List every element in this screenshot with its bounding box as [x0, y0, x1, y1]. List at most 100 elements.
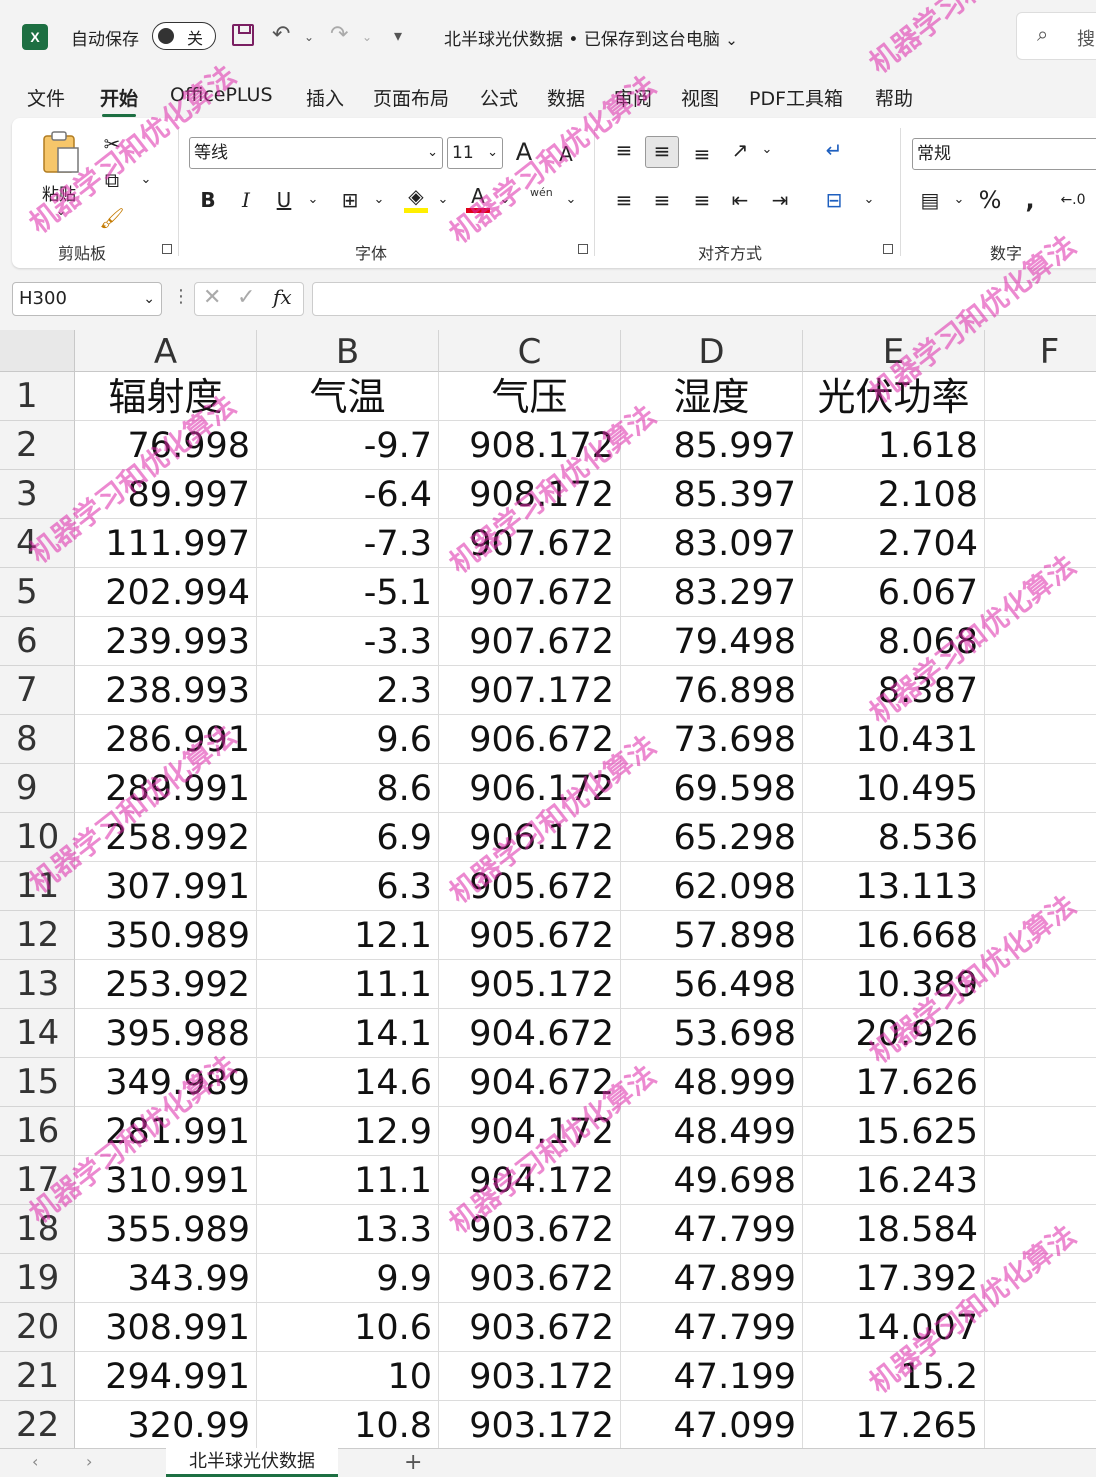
column-header-c[interactable]: C — [439, 330, 621, 372]
insert-function-button[interactable]: fx — [273, 285, 292, 309]
align-left-icon[interactable]: ≡ — [610, 186, 638, 214]
underline-dropdown-icon[interactable]: ⌄ — [304, 186, 322, 214]
cell[interactable]: 65.298 — [621, 813, 803, 862]
accounting-format-icon[interactable]: ▤ — [916, 186, 944, 214]
name-box[interactable]: H300 ⌄ — [12, 282, 162, 316]
select-all-corner[interactable] — [0, 330, 75, 372]
cell[interactable]: 17.392 — [803, 1254, 985, 1303]
cell[interactable]: 903.672 — [439, 1205, 621, 1254]
redo-icon[interactable]: ↷ — [330, 22, 348, 47]
tab-data[interactable]: 数据 — [547, 84, 585, 111]
cell[interactable]: 47.799 — [621, 1205, 803, 1254]
cell[interactable]: 253.992 — [75, 960, 257, 1009]
row-header[interactable]: 21 — [0, 1352, 75, 1401]
phonetic-dropdown-icon[interactable]: ⌄ — [562, 186, 580, 214]
cell[interactable]: 906.172 — [439, 764, 621, 813]
cell[interactable]: 6.9 — [257, 813, 439, 862]
cell[interactable] — [985, 1254, 1096, 1303]
cell[interactable]: -7.3 — [257, 519, 439, 568]
cell[interactable]: 2.3 — [257, 666, 439, 715]
cell[interactable]: 8.387 — [803, 666, 985, 715]
cell[interactable]: 905.672 — [439, 862, 621, 911]
cell[interactable]: 12.1 — [257, 911, 439, 960]
cell[interactable] — [985, 519, 1096, 568]
cell[interactable]: 281.991 — [75, 1107, 257, 1156]
align-top-icon[interactable]: ≡ — [610, 136, 638, 164]
align-bottom-icon[interactable]: ≡ — [688, 140, 716, 168]
paste-dropdown-icon[interactable]: ⌄ — [56, 204, 66, 218]
increase-font-icon[interactable]: A — [510, 138, 538, 166]
cell[interactable]: 17.265 — [803, 1401, 985, 1450]
clipboard-launcher-icon[interactable] — [162, 244, 172, 254]
bold-button[interactable]: B — [196, 186, 220, 214]
cell[interactable] — [985, 617, 1096, 666]
cell[interactable]: 258.992 — [75, 813, 257, 862]
accounting-dropdown-icon[interactable]: ⌄ — [950, 186, 968, 214]
cell[interactable]: 17.626 — [803, 1058, 985, 1107]
cell[interactable]: 906.172 — [439, 813, 621, 862]
cell[interactable]: 62.098 — [621, 862, 803, 911]
cell[interactable]: 47.099 — [621, 1401, 803, 1450]
cell[interactable]: 14.007 — [803, 1303, 985, 1352]
cell[interactable]: 15.2 — [803, 1352, 985, 1401]
cell[interactable]: 57.898 — [621, 911, 803, 960]
cell[interactable]: 8.6 — [257, 764, 439, 813]
row-header[interactable]: 12 — [0, 911, 75, 960]
header-cell[interactable]: 光伏功率 — [803, 372, 985, 421]
tab-review[interactable]: 审阅 — [614, 84, 652, 111]
cell[interactable]: 47.799 — [621, 1303, 803, 1352]
cell[interactable]: 11.1 — [257, 1156, 439, 1205]
tab-page-layout[interactable]: 页面布局 — [373, 84, 449, 111]
cell[interactable] — [985, 1205, 1096, 1254]
row-header[interactable]: 6 — [0, 617, 75, 666]
format-painter-icon[interactable]: 🖌 — [98, 204, 126, 232]
cell[interactable] — [985, 715, 1096, 764]
cell[interactable] — [985, 568, 1096, 617]
cell[interactable]: 906.672 — [439, 715, 621, 764]
cell[interactable]: 289.991 — [75, 764, 257, 813]
undo-icon[interactable]: ↶ — [272, 22, 290, 47]
cell[interactable]: 48.999 — [621, 1058, 803, 1107]
cell[interactable]: 85.397 — [621, 470, 803, 519]
cell[interactable]: 904.672 — [439, 1009, 621, 1058]
row-header[interactable]: 11 — [0, 862, 75, 911]
row-header[interactable]: 20 — [0, 1303, 75, 1352]
header-cell[interactable]: 气压 — [439, 372, 621, 421]
cell[interactable]: 10.6 — [257, 1303, 439, 1352]
row-header[interactable]: 13 — [0, 960, 75, 1009]
cell[interactable]: 904.172 — [439, 1107, 621, 1156]
cell[interactable]: 907.672 — [439, 617, 621, 666]
border-dropdown-icon[interactable]: ⌄ — [370, 186, 388, 214]
cell[interactable]: 10.495 — [803, 764, 985, 813]
cell[interactable]: 8.536 — [803, 813, 985, 862]
cell[interactable]: 908.172 — [439, 421, 621, 470]
paste-button[interactable] — [38, 130, 82, 176]
cell[interactable]: 286.991 — [75, 715, 257, 764]
row-header[interactable]: 16 — [0, 1107, 75, 1156]
cell[interactable]: 9.6 — [257, 715, 439, 764]
increase-decimal-icon[interactable]: ←.0 — [1056, 186, 1090, 214]
cell[interactable]: 20.926 — [803, 1009, 985, 1058]
cell[interactable]: 2.108 — [803, 470, 985, 519]
decrease-font-icon[interactable]: A — [552, 140, 580, 168]
cell[interactable]: 89.997 — [75, 470, 257, 519]
cell[interactable] — [985, 911, 1096, 960]
border-icon[interactable]: ⊞ — [336, 186, 364, 214]
cell[interactable]: 903.172 — [439, 1401, 621, 1450]
cell[interactable]: 13.3 — [257, 1205, 439, 1254]
row-header[interactable]: 9 — [0, 764, 75, 813]
document-title[interactable]: 北半球光伏数据 • 已保存到这台电脑 ⌄ — [444, 25, 738, 50]
cell[interactable]: 307.991 — [75, 862, 257, 911]
cell[interactable] — [985, 372, 1096, 421]
tab-file[interactable]: 文件 — [27, 84, 65, 111]
fill-color-button[interactable]: ◈ — [402, 184, 430, 214]
column-header-d[interactable]: D — [621, 330, 803, 372]
merge-center-icon[interactable]: ⊟ — [820, 186, 848, 214]
row-header[interactable]: 1 — [0, 372, 75, 421]
font-size-combo[interactable]: 11 ⌄ — [447, 137, 503, 169]
cut-icon[interactable]: ✂ — [98, 130, 126, 158]
cell[interactable]: 905.672 — [439, 911, 621, 960]
row-header[interactable]: 14 — [0, 1009, 75, 1058]
increase-indent-icon[interactable]: ⇥ — [766, 186, 794, 214]
cell[interactable]: 294.991 — [75, 1352, 257, 1401]
